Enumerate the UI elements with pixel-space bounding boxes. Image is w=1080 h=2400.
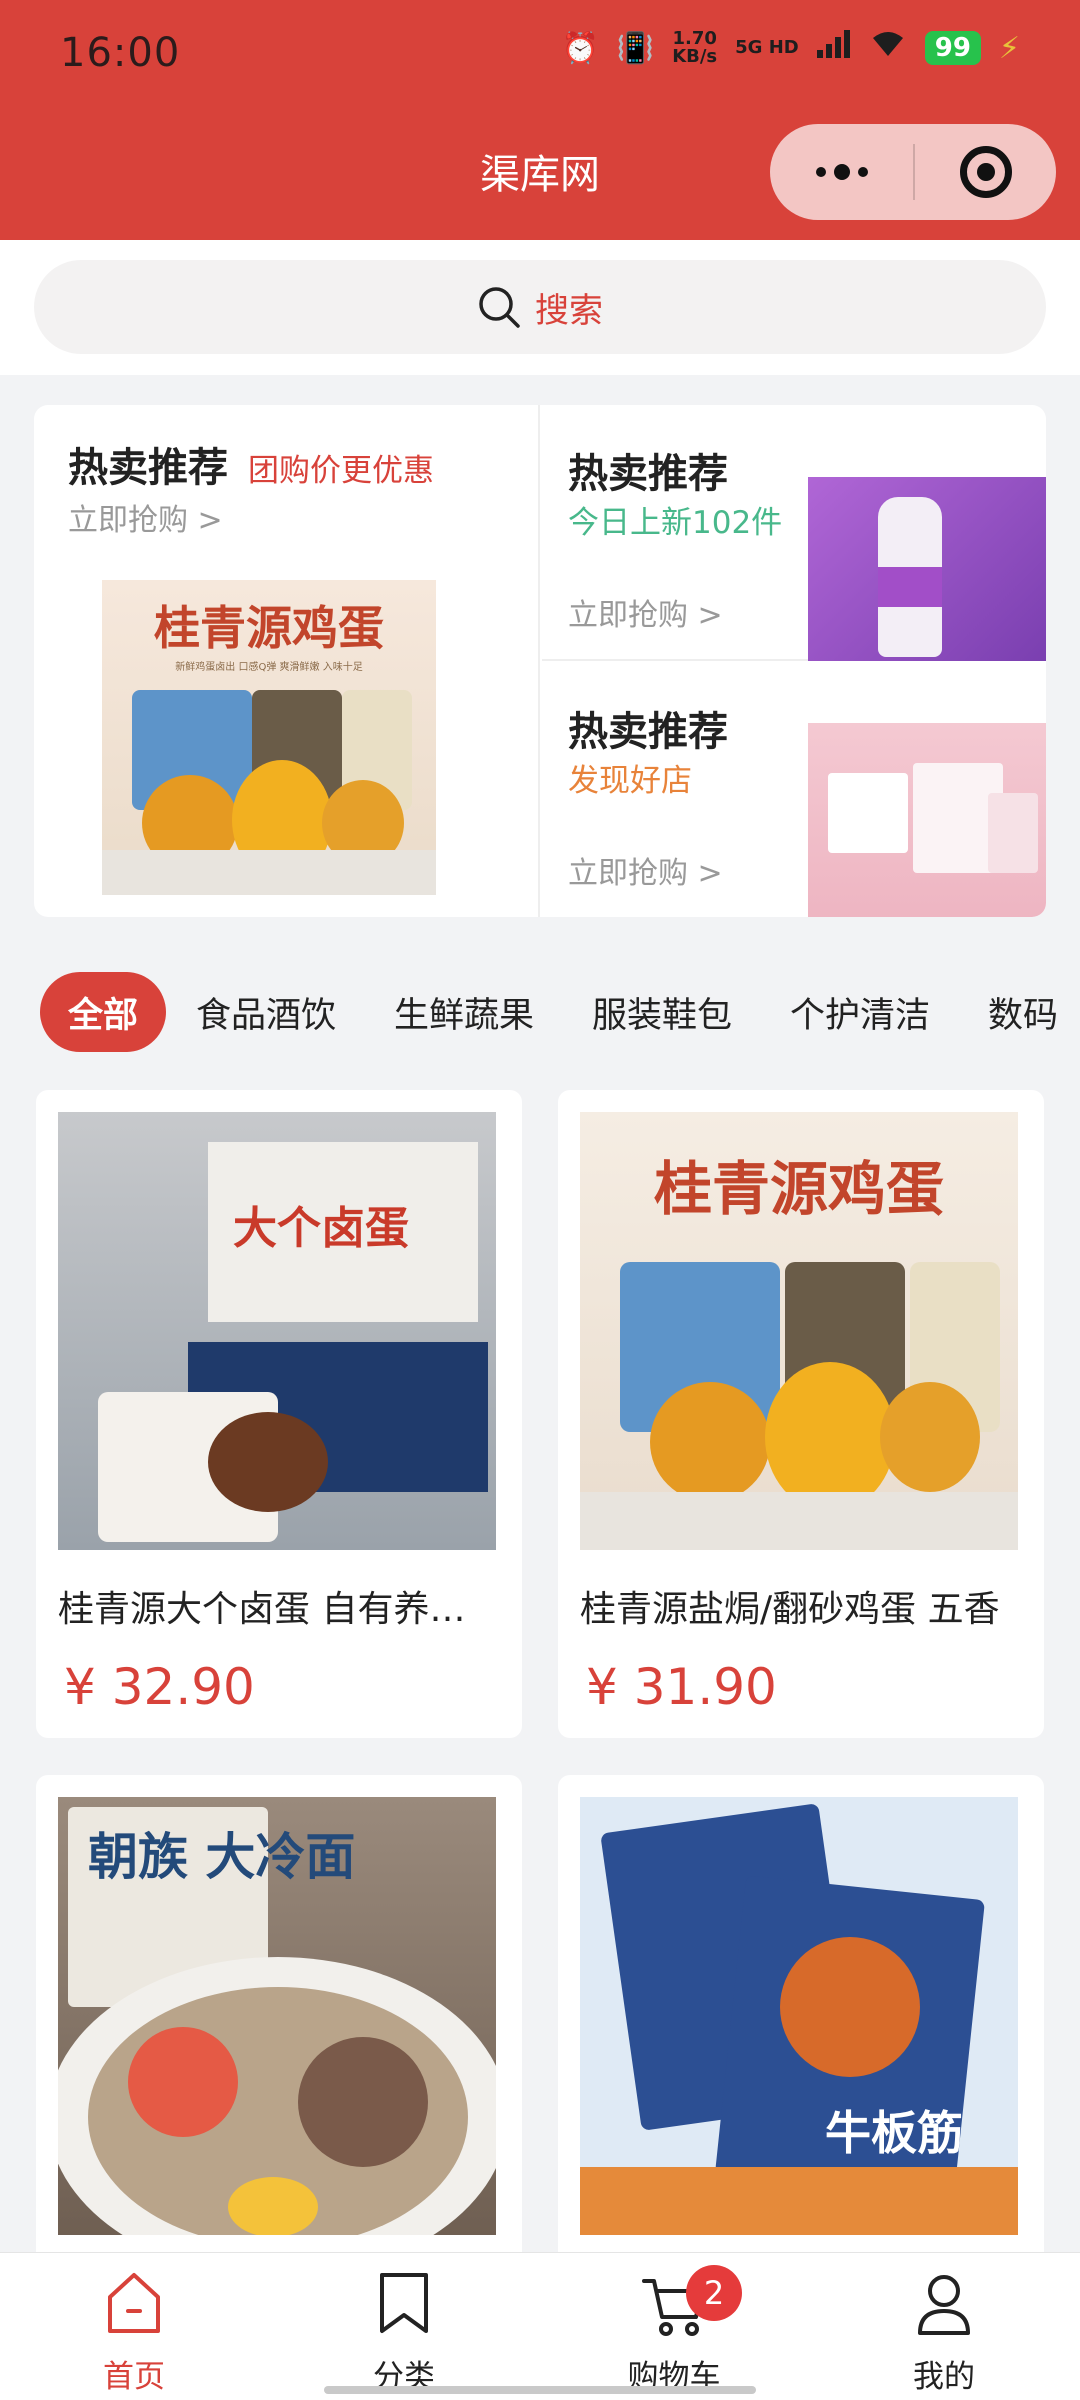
product-card[interactable]: 桂青源鸡蛋 桂青源盐焗/翻砂鸡蛋 五香 ¥ 31.90 — [558, 1090, 1044, 1738]
status-bar: 16:00 ⏰ 📳 1.70 KB/s 5G HD 99 ⚡ — [0, 0, 1080, 110]
more-options-button[interactable] — [770, 124, 913, 220]
tab-clothing[interactable]: 服装鞋包 — [592, 972, 732, 1052]
product-price: ¥ 31.90 — [586, 1658, 777, 1716]
search-bar[interactable]: 搜索 — [34, 260, 1046, 354]
promo-right-top-image — [808, 477, 1046, 661]
product-card[interactable]: 大个卤蛋 桂青源大个卤蛋 自有养殖场 ¥ 32.90 — [36, 1090, 522, 1738]
product-image-text: 桂青源鸡蛋 — [653, 1155, 944, 1223]
tab-all[interactable]: 全部 — [40, 972, 167, 1052]
home-indicator[interactable] — [324, 2386, 756, 2394]
product-image-text: 大个卤蛋 — [233, 1203, 409, 1254]
product-image: 桂青源鸡蛋 — [580, 1112, 1018, 1550]
more-dot-icon — [857, 167, 868, 177]
nav-category[interactable]: 分类 — [304, 2267, 504, 2397]
battery-indicator: 99 — [924, 31, 981, 65]
nav-home-label: 首页 — [103, 2359, 165, 2395]
search-area: 搜索 — [0, 240, 1080, 375]
promo-card-left[interactable]: 热卖推荐 团购价更优惠 立即抢购 > 桂青源鸡蛋 新鲜鸡蛋卤出 口感Q弹 爽滑鲜… — [34, 405, 540, 917]
promo-left-image-headline: 桂青源鸡蛋 — [154, 601, 384, 655]
product-image: 牛板筋 — [580, 1797, 1018, 2235]
vibrate-icon: 📳 — [616, 30, 655, 66]
miniapp-capsule — [770, 124, 1056, 220]
product-image: 朝族 大冷面 — [58, 1797, 496, 2235]
tab-personal-care[interactable]: 个护清洁 — [790, 972, 930, 1052]
promo-right-top-link[interactable]: 立即抢购 > — [568, 590, 723, 634]
promo-right-bottom-image — [808, 723, 1046, 917]
product-card[interactable]: 牛板筋 — [558, 1775, 1044, 2295]
product-image-text: 朝族 大冷面 — [88, 1828, 356, 1886]
tab-digital[interactable]: 数码 — [988, 972, 1058, 1052]
promo-left-image: 桂青源鸡蛋 新鲜鸡蛋卤出 口感Q弹 爽滑鲜嫩 入味十足 — [102, 580, 436, 895]
tab-fresh-produce[interactable]: 生鲜蔬果 — [394, 972, 534, 1052]
promo-right-bottom-link[interactable]: 立即抢购 > — [568, 848, 723, 892]
promo-right-top-subtitle: 今日上新102件 — [568, 505, 783, 541]
product-price: ¥ 32.90 — [64, 1658, 255, 1716]
signal-icon — [816, 30, 851, 66]
nav-profile-label: 我的 — [913, 2359, 975, 2395]
net-speed: 1.70 KB/s — [672, 30, 717, 66]
alarm-icon: ⏰ — [561, 30, 599, 66]
product-image: 大个卤蛋 — [58, 1112, 496, 1550]
status-icons: ⏰ 📳 1.70 KB/s 5G HD 99 ⚡ — [561, 30, 1020, 66]
more-dot-icon — [815, 167, 826, 177]
tab-food-drinks[interactable]: 食品酒饮 — [196, 972, 336, 1052]
nav-profile[interactable]: 我的 — [844, 2267, 1044, 2397]
promo-section: 热卖推荐 团购价更优惠 立即抢购 > 桂青源鸡蛋 新鲜鸡蛋卤出 口感Q弹 爽滑鲜… — [34, 405, 1046, 917]
product-card[interactable]: 朝族 大冷面 — [36, 1775, 522, 2295]
more-dot-icon — [833, 164, 850, 180]
close-miniapp-button[interactable] — [915, 124, 1056, 220]
nav-home[interactable]: 首页 — [34, 2267, 234, 2397]
home-icon — [108, 2273, 160, 2333]
promo-left-image-tagline: 新鲜鸡蛋卤出 口感Q弹 爽滑鲜嫩 入味十足 — [175, 662, 363, 673]
promo-card-new-arrivals[interactable]: 热卖推荐 今日上新102件 立即抢购 > — [542, 405, 1046, 661]
user-icon — [918, 2275, 970, 2335]
charging-icon: ⚡ — [998, 30, 1020, 66]
target-icon — [959, 146, 1012, 198]
search-icon — [479, 287, 520, 328]
nav-cart[interactable]: 2 购物车 — [574, 2265, 774, 2397]
header-bar: 16:00 ⏰ 📳 1.70 KB/s 5G HD 99 ⚡ 渠库网 — [0, 0, 1080, 240]
product-image-text: 牛板筋 — [825, 2106, 963, 2160]
bottom-nav: 首页 分类 2 购物车 我的 — [0, 2252, 1080, 2400]
status-time: 16:00 — [60, 30, 181, 76]
promo-left-subtitle: 团购价更优惠 — [248, 453, 434, 489]
product-name: 桂青源大个卤蛋 自有养殖场 — [58, 1589, 498, 1630]
search-label: 搜索 — [535, 290, 603, 331]
promo-right-top-title: 热卖推荐 — [568, 451, 728, 497]
promo-left-link[interactable]: 立即抢购 > — [68, 495, 223, 539]
net-speed-unit: KB/s — [672, 46, 718, 67]
product-name: 桂青源盐焗/翻砂鸡蛋 五香 — [580, 1589, 1000, 1630]
promo-right-bottom-subtitle: 发现好店 — [568, 763, 692, 799]
category-tabs: 全部 食品酒饮 生鲜蔬果 服装鞋包 个护清洁 数码 — [0, 972, 1080, 1056]
promo-card-discover-shops[interactable]: 热卖推荐 发现好店 立即抢购 > — [542, 663, 1046, 917]
wifi-icon — [869, 30, 907, 66]
signal-5g: 5G HD — [735, 37, 799, 58]
promo-left-title: 热卖推荐 — [68, 445, 228, 491]
cart-badge: 2 — [686, 2265, 742, 2321]
bookmark-icon — [380, 2273, 428, 2333]
promo-right-bottom-title: 热卖推荐 — [568, 709, 728, 755]
